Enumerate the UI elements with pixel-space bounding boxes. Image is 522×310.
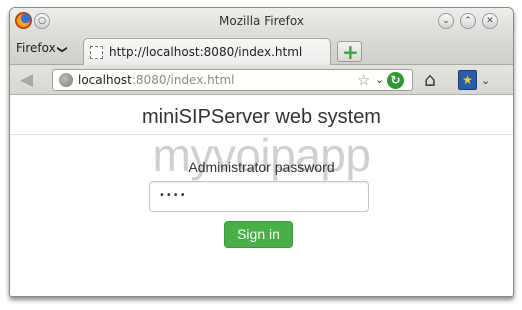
globe-icon — [59, 73, 73, 87]
bookmarks-dropdown-icon[interactable]: ⌄ — [481, 74, 490, 87]
password-field[interactable]: •••• — [149, 181, 369, 212]
tab-active[interactable]: http://localhost:8080/index.html — [83, 38, 331, 66]
tab-bar: Firefox❯ http://localhost:8080/index.htm… — [10, 35, 513, 66]
page-content: miniSIPServer web system myvoipapp Admin… — [10, 95, 513, 296]
url-host: localhost — [78, 73, 132, 87]
minimize-icon[interactable]: ⌄ — [438, 13, 454, 29]
browser-window: ○ Mozilla Firefox ⌄ ⌃ ✕ Firefox❯ http://… — [9, 7, 514, 297]
history-dropdown-icon[interactable]: ⌄ — [375, 73, 384, 86]
close-icon[interactable]: ✕ — [482, 13, 498, 29]
plus-icon: + — [342, 40, 359, 64]
url-text[interactable]: localhost:8080/index.html — [78, 73, 234, 87]
reload-icon[interactable]: ↻ — [387, 72, 404, 89]
firefox-menu-button[interactable]: Firefox❯ — [16, 41, 68, 55]
blank-page-icon — [90, 46, 103, 59]
maximize-icon[interactable]: ⌃ — [460, 13, 476, 29]
url-path: :8080/index.html — [131, 73, 235, 87]
sign-in-button[interactable]: Sign in — [224, 221, 293, 248]
navigation-bar: ◀ localhost:8080/index.html ☆ ⌄ ↻ ⌂ ★ ⌄ — [10, 65, 513, 95]
home-icon[interactable]: ⌂ — [424, 69, 436, 91]
bookmarks-icon[interactable]: ★ — [458, 70, 477, 90]
back-button[interactable]: ◀ — [20, 69, 42, 91]
password-label: Administrator password — [188, 159, 335, 175]
title-bar: ○ Mozilla Firefox ⌄ ⌃ ✕ — [10, 8, 513, 35]
new-tab-button[interactable]: + — [337, 40, 362, 64]
page-title: miniSIPServer web system — [142, 106, 381, 128]
tab-title: http://localhost:8080/index.html — [109, 45, 303, 59]
url-bar[interactable]: localhost:8080/index.html ☆ ⌄ ↻ — [52, 69, 413, 91]
firefox-menu-label: Firefox — [16, 41, 56, 55]
bookmark-star-icon[interactable]: ☆ — [357, 71, 370, 89]
chevron-down-icon: ❯ — [56, 45, 68, 54]
